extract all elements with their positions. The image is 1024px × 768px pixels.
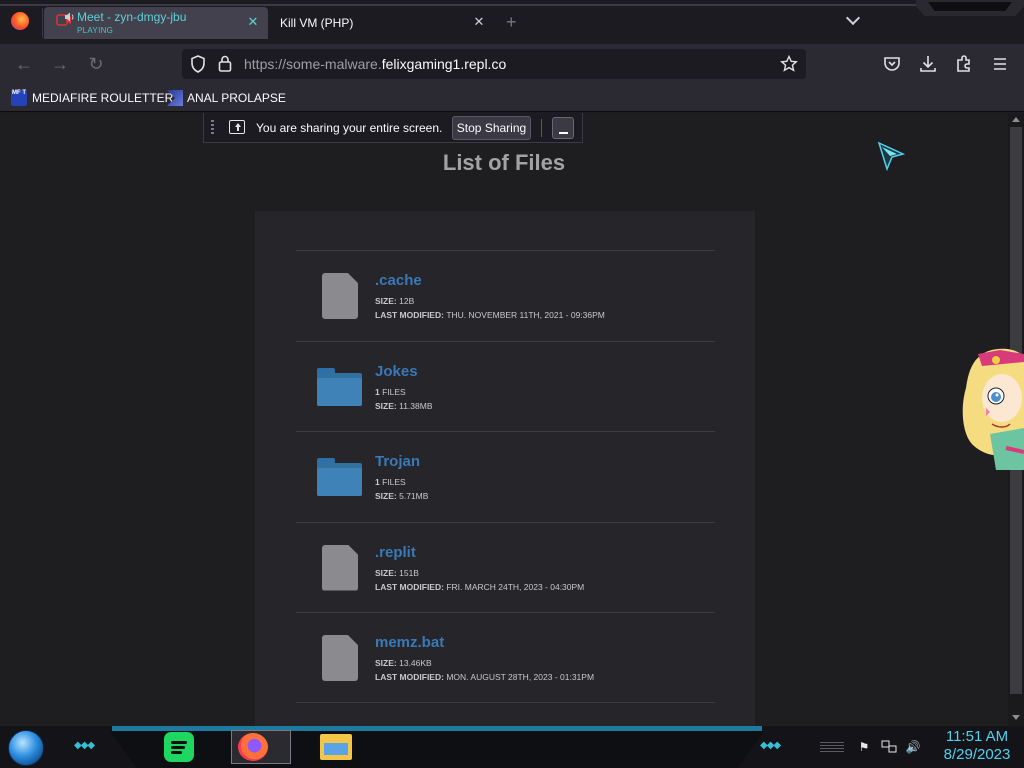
taskbar: ◆◆◆ ◆◆◆ ⚑ 🔊 11:51 AM 8/29/2023 xyxy=(0,726,1024,768)
bookmark-anal-prolapse[interactable]: ANAL PROLAPSE xyxy=(167,90,286,106)
new-tab-plus-icon[interactable]: + xyxy=(506,12,517,33)
volume-icon[interactable]: 🔊 xyxy=(905,740,921,754)
file-modified: LAST MODIFIED: MON. AUGUST 28TH, 2023 - … xyxy=(375,672,595,682)
forward-arrow-icon[interactable]: → xyxy=(48,52,72,76)
folder-name[interactable]: Jokes xyxy=(375,363,418,380)
bookmarks-toolbar: MF T MEDIAFIRE ROULETTER ANAL PROLAPSE xyxy=(0,84,1024,112)
bookmark-mediafire-rouletter[interactable]: MF T MEDIAFIRE ROULETTER xyxy=(11,90,173,106)
folder-size: SIZE: 5.71MB xyxy=(375,491,429,501)
taskbar-apps-tray xyxy=(110,731,764,768)
web-page: List of Files .cache SIZE: 12B LAST MODI… xyxy=(0,113,1008,726)
drag-grip-icon[interactable] xyxy=(211,120,214,136)
file-icon xyxy=(322,544,358,591)
file-modified: LAST MODIFIED: THU. NOVEMBER 11TH, 2021 … xyxy=(375,310,605,320)
taskbar-accent-band xyxy=(112,726,762,731)
firefox-app-icon[interactable] xyxy=(238,733,268,761)
url-bar[interactable]: https://some-malware.felixgaming1.repl.c… xyxy=(182,49,806,79)
tracking-shield-icon[interactable] xyxy=(190,55,206,73)
window-frame-decoration xyxy=(916,0,1024,16)
stop-sharing-button[interactable]: Stop Sharing xyxy=(452,116,531,140)
file-name[interactable]: .cache xyxy=(375,272,422,289)
back-arrow-icon[interactable]: ← xyxy=(12,52,36,76)
file-modified: LAST MODIFIED: FRI. MARCH 24TH, 2023 - 0… xyxy=(375,581,585,592)
mouse-cursor-icon xyxy=(877,141,905,172)
sharing-message: You are sharing your entire screen. xyxy=(256,121,443,135)
tab-close-icon[interactable]: ✕ xyxy=(472,15,486,29)
bookmark-label: ANAL PROLAPSE xyxy=(187,91,286,105)
sharing-bar-divider xyxy=(541,119,542,137)
file-name[interactable]: .replit xyxy=(375,544,416,561)
scroll-up-arrow-icon[interactable] xyxy=(1012,117,1020,122)
list-item-file[interactable]: .cache SIZE: 12B LAST MODIFIED: THU. NOV… xyxy=(296,250,715,341)
speaker-icon[interactable] xyxy=(64,12,75,22)
firefox-view-icon[interactable] xyxy=(11,12,29,30)
file-icon xyxy=(322,635,358,681)
tab-playing-status: PLAYING xyxy=(77,26,114,35)
downloads-icon[interactable] xyxy=(917,53,939,75)
taskbar-grip-icon xyxy=(820,742,844,752)
folder-file-count: 1 FILES xyxy=(375,477,406,487)
taskbar-chevron-decoration-icon: ◆◆◆ xyxy=(74,740,95,751)
screen-share-icon xyxy=(229,120,245,134)
file-size: SIZE: 12B xyxy=(375,296,415,306)
list-item-file[interactable]: memz.bat SIZE: 13.46KB LAST MODIFIED: MO… xyxy=(296,612,715,703)
folder-name[interactable]: Trojan xyxy=(375,453,420,470)
navigation-toolbar: ← → ↻ https://some-malware.felixgaming1.… xyxy=(0,44,1024,84)
list-all-tabs-chevron-icon[interactable] xyxy=(845,12,861,28)
tab-meet[interactable]: Meet - zyn-dmgy-jbu PLAYING ✕ xyxy=(44,7,268,39)
list-item-folder[interactable]: Jokes 1 FILES SIZE: 11.38MB xyxy=(296,340,715,432)
network-icon[interactable] xyxy=(881,740,897,754)
file-name[interactable]: memz.bat xyxy=(375,634,444,651)
list-item-file[interactable]: .replit SIZE: 151B LAST MODIFIED: FRI. M… xyxy=(296,521,715,613)
padlock-icon[interactable] xyxy=(218,55,232,72)
file-list: .cache SIZE: 12B LAST MODIFIED: THU. NOV… xyxy=(296,250,715,703)
spotify-app-icon[interactable] xyxy=(164,732,194,762)
file-list-card: .cache SIZE: 12B LAST MODIFIED: THU. NOV… xyxy=(255,211,755,726)
tab-title: Kill VM (PHP) xyxy=(280,16,354,30)
url-text: https://some-malware.felixgaming1.repl.c… xyxy=(244,56,507,72)
cartoon-character-sticker xyxy=(962,348,1024,470)
file-explorer-app-icon[interactable] xyxy=(320,734,352,760)
list-item-folder[interactable]: Trojan 1 FILES SIZE: 5.71MB xyxy=(296,431,715,522)
file-icon xyxy=(322,273,358,319)
clock-date: 8/29/2023 xyxy=(943,746,1011,763)
taskbar-chevron-decoration-icon: ◆◆◆ xyxy=(760,740,781,751)
mediafire-favicon-icon: MF T xyxy=(11,90,27,106)
folder-size: SIZE: 11.38MB xyxy=(375,400,433,411)
file-size: SIZE: 13.46KB xyxy=(375,658,432,668)
tab-strip-border xyxy=(0,4,1024,6)
action-center-flag-icon[interactable]: ⚑ xyxy=(856,740,872,754)
bookmark-label: MEDIAFIRE ROULETTER xyxy=(32,91,174,105)
file-size: SIZE: 151B xyxy=(375,567,419,578)
tab-separator xyxy=(42,8,43,38)
folder-file-count: 1 FILES xyxy=(375,386,406,397)
clock-time: 11:51 AM xyxy=(945,728,1009,745)
taskbar-clock[interactable]: 11:51 AM 8/29/2023 xyxy=(930,728,1024,764)
folder-icon xyxy=(317,367,362,406)
minimize-sharing-bar-button[interactable] xyxy=(552,117,574,139)
hamburger-menu-icon[interactable] xyxy=(989,53,1011,75)
tab-title: Meet - zyn-dmgy-jbu xyxy=(77,10,187,24)
scroll-down-arrow-icon[interactable] xyxy=(1012,715,1020,720)
reload-icon[interactable]: ↻ xyxy=(84,52,108,76)
page-title: List of Files xyxy=(442,150,566,175)
extensions-puzzle-icon[interactable] xyxy=(953,53,975,75)
tab-kill-vm[interactable]: Kill VM (PHP) ✕ xyxy=(272,7,494,39)
bookmark-favicon-icon xyxy=(167,90,183,106)
tab-close-icon[interactable]: ✕ xyxy=(246,15,260,29)
bookmark-star-icon[interactable] xyxy=(780,55,798,73)
start-orb-button[interactable] xyxy=(8,730,44,766)
screen-sharing-bar: You are sharing your entire screen. Stop… xyxy=(203,113,583,143)
pocket-icon[interactable] xyxy=(881,53,903,75)
tab-strip: Meet - zyn-dmgy-jbu PLAYING ✕ Kill VM (P… xyxy=(0,0,1024,44)
folder-icon xyxy=(317,458,362,496)
